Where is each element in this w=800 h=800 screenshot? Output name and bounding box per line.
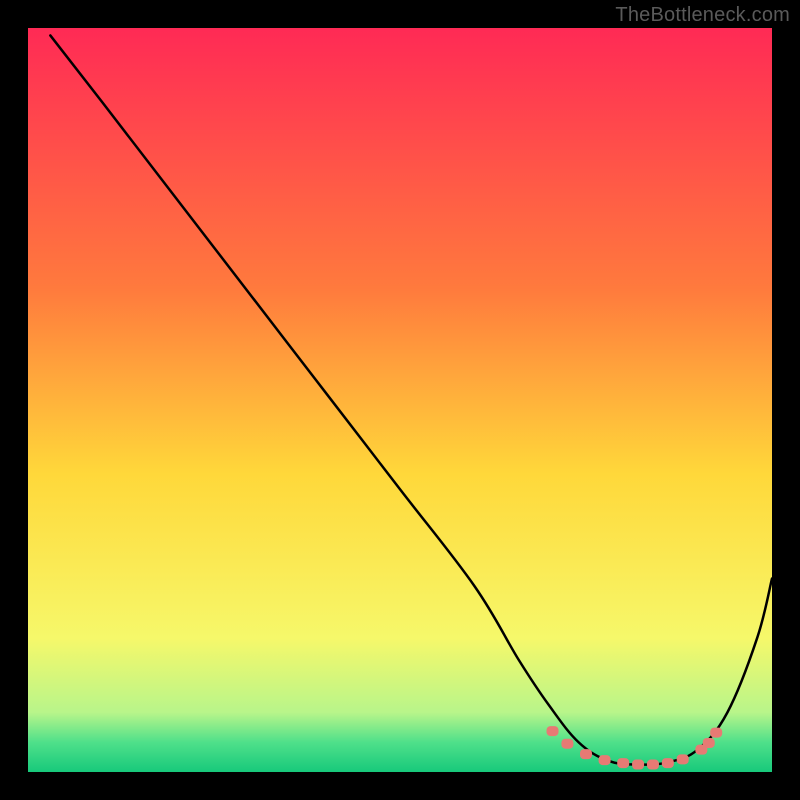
curve-marker [710, 728, 722, 738]
curve-marker [677, 754, 689, 764]
curve-marker [561, 739, 573, 749]
curve-marker [580, 749, 592, 759]
curve-marker [547, 726, 559, 736]
curve-marker [703, 738, 715, 748]
plot-area [28, 28, 772, 772]
curve-marker [599, 755, 611, 765]
curve-marker [647, 760, 659, 770]
watermark-text: TheBottleneck.com [615, 4, 790, 27]
gradient-background [28, 28, 772, 772]
bottleneck-curve-chart [28, 28, 772, 772]
curve-marker [617, 758, 629, 768]
curve-marker [662, 758, 674, 768]
chart-container: TheBottleneck.com [0, 0, 800, 800]
curve-marker [632, 760, 644, 770]
